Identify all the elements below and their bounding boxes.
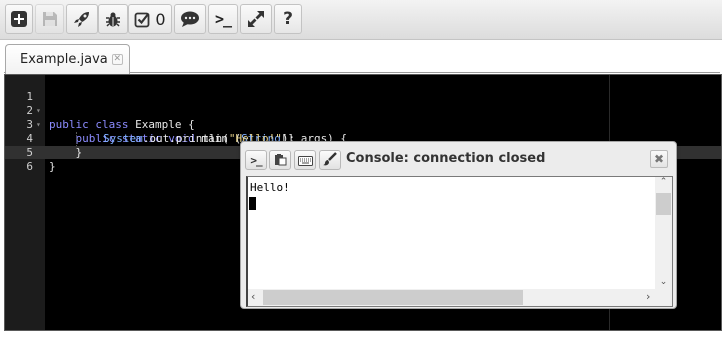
terminal-icon: >_	[250, 153, 262, 167]
terminal-icon: >_	[214, 10, 232, 28]
tab-label: Example.java	[20, 52, 108, 67]
console-clear-button[interactable]	[319, 150, 341, 170]
line-number: 6	[26, 160, 33, 173]
toolbar: 0 >_ ?	[0, 0, 722, 40]
code-line: 5 }	[5, 132, 55, 173]
help-icon: ?	[283, 9, 293, 29]
keyboard-icon	[297, 151, 313, 170]
help-button[interactable]: ?	[274, 4, 302, 34]
rocket-icon	[73, 10, 91, 28]
add-icon	[10, 10, 28, 28]
scroll-down-arrow-icon[interactable]: ⌄	[655, 277, 672, 287]
clipboard-icon	[274, 151, 287, 170]
horizontal-scrollbar[interactable]: ‹ ›	[248, 289, 672, 306]
scroll-up-arrow-icon[interactable]: ⌃	[655, 177, 672, 187]
console-output-text: Hello!	[250, 181, 290, 194]
checkbox-icon	[134, 11, 151, 28]
console-header[interactable]: >_ Console: connection closed ✖	[241, 142, 676, 176]
code-text: Example {	[128, 118, 195, 131]
bug-icon	[104, 10, 122, 28]
terminal-button[interactable]: >_	[208, 4, 238, 34]
code-text: }	[75, 146, 83, 159]
save-button[interactable]	[35, 4, 64, 34]
code-line: 4 }	[5, 118, 82, 159]
tab-example-java[interactable]: Example.java ✕	[5, 44, 130, 74]
console-output-area[interactable]: Hello! ⌃ ⌄ ‹ ›	[246, 176, 673, 307]
scroll-left-arrow-icon[interactable]: ‹	[251, 290, 255, 303]
keyword: public class	[49, 118, 129, 131]
vertical-scrollbar[interactable]: ⌃ ⌄	[655, 177, 672, 291]
save-icon	[42, 11, 58, 27]
fullscreen-button[interactable]	[240, 4, 272, 34]
console-cursor	[249, 197, 256, 210]
scroll-right-arrow-icon[interactable]: ›	[646, 290, 650, 303]
console-keyboard-button[interactable]	[294, 150, 316, 170]
tab-bar: Example.java ✕	[0, 40, 722, 74]
code-line: 3 System.out.println("Hello!");	[5, 104, 295, 146]
console-title: Console: connection closed	[346, 151, 546, 166]
code-text: }	[49, 160, 56, 173]
console-panel: >_ Console: connection closed ✖ Hello! ⌃	[240, 141, 677, 309]
brush-icon	[323, 151, 337, 170]
code-line: 2 ▾ public static void main (String[] ar…	[5, 90, 347, 145]
scrollbar-thumb[interactable]	[263, 290, 523, 305]
new-file-button[interactable]	[5, 4, 33, 34]
run-button[interactable]	[66, 4, 98, 34]
close-icon[interactable]: ✕	[111, 54, 123, 65]
code-line: 6	[5, 146, 45, 173]
chat-icon	[180, 10, 200, 28]
console-close-button[interactable]: ✖	[650, 150, 668, 168]
console-copy-button[interactable]	[269, 150, 291, 170]
scrollbar-thumb[interactable]	[656, 193, 671, 215]
task-count: 0	[155, 9, 166, 29]
console-terminal-button[interactable]: >_	[245, 150, 267, 170]
expand-icon	[247, 10, 265, 28]
chat-button[interactable]	[174, 4, 206, 34]
debug-button[interactable]	[98, 4, 128, 34]
code-text: .out.println(	[142, 132, 229, 145]
tasks-button[interactable]: 0	[128, 4, 172, 34]
code-line: 1 ▾ public class Example {	[5, 76, 194, 131]
type-name: System	[103, 132, 143, 145]
close-icon: ✖	[653, 152, 665, 166]
